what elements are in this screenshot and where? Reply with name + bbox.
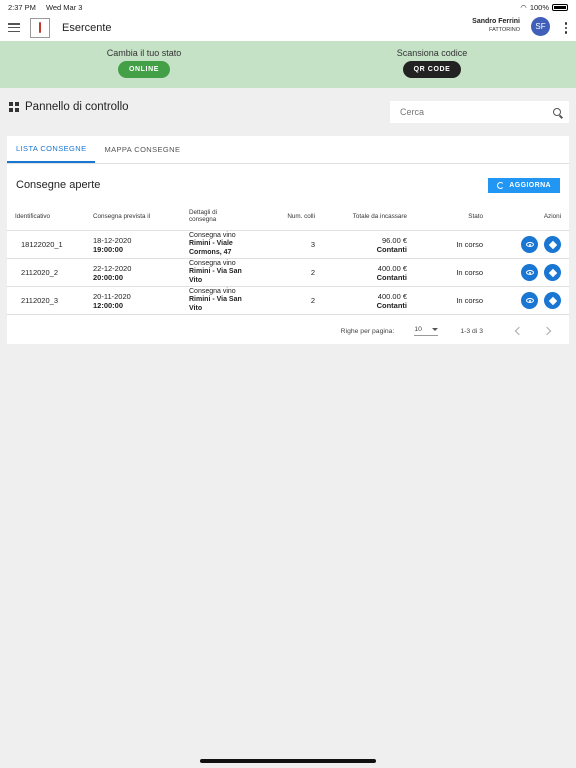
eye-icon <box>525 270 534 275</box>
col-header-details: Dettagli di consegna <box>181 202 251 231</box>
chevron-right-icon[interactable] <box>542 326 552 336</box>
col-header-total: Totale da incassare <box>323 202 415 231</box>
col-header-status: Stato <box>415 202 491 231</box>
view-button[interactable] <box>521 236 538 253</box>
cell-status: In corso <box>415 286 491 315</box>
cell-date: 18-12-2020 19:00:00 <box>85 230 181 259</box>
status-bar: 2:37 PM Wed Mar 3 ◠ 100% <box>0 0 576 14</box>
scan-section: Scansiona codice QR CODE <box>362 48 502 78</box>
more-vert-icon[interactable] <box>564 22 567 34</box>
chevron-left-icon[interactable] <box>514 326 524 336</box>
col-header-date: Consegna prevista il <box>85 202 181 231</box>
status-time: 2:37 PM <box>8 2 36 12</box>
table-row: 2112020_2 22-12-2020 20:00:00 Consegna vi… <box>7 258 569 287</box>
battery-percent: 100% <box>529 2 549 12</box>
directions-button[interactable] <box>544 264 561 281</box>
table-row: 2112020_3 20-11-2020 12:00:00 Consegna vi… <box>7 286 569 315</box>
cell-date: 20-11-2020 12:00:00 <box>85 286 181 315</box>
online-button[interactable]: ONLINE <box>117 61 171 78</box>
status-banner: Cambia il tuo stato ONLINE Scansiona cod… <box>0 41 576 88</box>
battery-icon <box>552 3 568 11</box>
cell-actions <box>491 230 569 259</box>
state-label: Cambia il tuo stato <box>106 48 182 58</box>
eye-icon <box>525 298 534 303</box>
cell-id: 18122020_1 <box>7 230 85 259</box>
state-section: Cambia il tuo stato ONLINE <box>74 48 214 78</box>
page-title: Pannello di controllo <box>25 101 129 113</box>
qr-code-button[interactable]: QR CODE <box>402 61 462 78</box>
dashboard-icon <box>9 102 19 112</box>
directions-icon <box>548 240 557 249</box>
cell-details: Consegna vino Rimini - Viale Cormons, 47 <box>181 230 251 259</box>
view-button[interactable] <box>521 264 538 281</box>
cell-colli: 2 <box>251 286 323 315</box>
tab-mappa-consegne[interactable]: MAPPA CONSEGNE <box>95 136 189 163</box>
table-header-row: Identificativo Consegna prevista il Dett… <box>7 202 569 231</box>
col-header-actions: Azioni <box>491 202 569 231</box>
deliveries-card: LISTA CONSEGNE MAPPA CONSEGNE Consegne a… <box>7 136 569 344</box>
table-row: 18122020_1 18-12-2020 19:00:00 Consegna v… <box>7 230 569 259</box>
directions-icon <box>548 296 557 305</box>
user-role: FATTORINO <box>489 27 520 33</box>
deliveries-table: Identificativo Consegna prevista il Dett… <box>7 202 569 315</box>
cell-colli: 2 <box>251 258 323 287</box>
cell-details: Consegna vino Rimini - Via San Vito <box>181 286 251 315</box>
cell-id: 2112020_2 <box>7 258 85 287</box>
menu-icon[interactable] <box>8 23 20 32</box>
col-header-id: Identificativo <box>7 202 85 231</box>
home-indicator <box>200 759 376 763</box>
pagination: Righe per pagina: 10 1-3 di 3 <box>7 315 569 347</box>
directions-icon <box>548 268 557 277</box>
cell-actions <box>491 258 569 287</box>
directions-button[interactable] <box>544 292 561 309</box>
avatar[interactable]: SF <box>531 17 550 36</box>
tab-bar: LISTA CONSEGNE MAPPA CONSEGNE <box>7 136 569 164</box>
refresh-button[interactable]: AGGIORNA <box>488 177 560 193</box>
dashboard-header: Pannello di controllo <box>9 101 129 113</box>
rows-per-page-label: Righe per pagina: <box>340 327 395 335</box>
cell-colli: 3 <box>251 230 323 259</box>
cell-total: 400.00 € Contanti <box>323 286 415 315</box>
eye-icon <box>525 242 534 247</box>
search-icon[interactable] <box>553 108 561 116</box>
search-box <box>390 101 569 123</box>
status-date: Wed Mar 3 <box>45 2 83 12</box>
cell-status: In corso <box>415 258 491 287</box>
app-bar: Esercente Sandro Ferrini FATTORINO SF <box>0 14 576 41</box>
view-button[interactable] <box>521 292 538 309</box>
cell-id: 2112020_3 <box>7 286 85 315</box>
cell-date: 22-12-2020 20:00:00 <box>85 258 181 287</box>
cell-actions <box>491 286 569 315</box>
scan-label: Scansiona codice <box>396 48 468 58</box>
page-range: 1-3 di 3 <box>460 327 483 335</box>
app-title: Esercente <box>62 21 112 34</box>
app-logo <box>30 17 50 38</box>
user-name: Sandro Ferrini <box>472 18 520 25</box>
rows-per-page-select[interactable]: 10 <box>414 326 439 336</box>
cell-total: 400.00 € Contanti <box>323 258 415 287</box>
cell-total: 96.00 € Contanti <box>323 230 415 259</box>
refresh-label: AGGIORNA <box>509 181 551 189</box>
tab-lista-consegne[interactable]: LISTA CONSEGNE <box>7 136 96 163</box>
refresh-icon <box>497 181 505 189</box>
col-header-colli: Num. colli <box>251 202 323 231</box>
user-info: Sandro Ferrini FATTORINO <box>472 18 520 33</box>
directions-button[interactable] <box>544 236 561 253</box>
card-title: Consegne aperte <box>16 179 101 191</box>
caret-down-icon <box>432 328 439 331</box>
cell-details: Consegna vino Rimini - Via San Vito <box>181 258 251 287</box>
search-input[interactable] <box>398 106 542 118</box>
cell-status: In corso <box>415 230 491 259</box>
wifi-icon: ◠ <box>520 2 527 12</box>
